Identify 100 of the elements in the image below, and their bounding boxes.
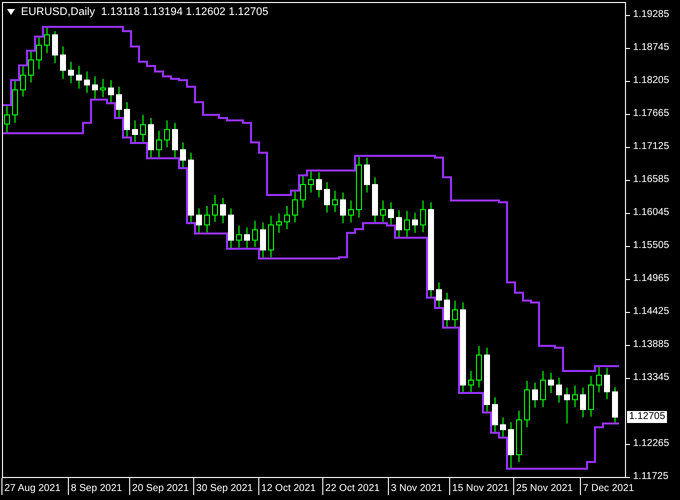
price-label: 1.12265 [626,438,670,450]
candle [492,396,498,434]
candle [252,220,258,248]
date-label: 12 Oct 2021 [258,478,316,495]
date-label: 7 Dec 2021 [580,478,634,495]
candle [516,410,522,463]
candle [140,114,146,142]
price-label: 1.15505 [626,240,670,252]
candle [36,36,42,70]
candle [220,198,226,224]
candle [236,225,242,248]
candle [412,212,418,234]
candle [580,386,586,418]
candle [612,386,618,424]
price-label: 1.18745 [626,42,670,54]
candle [532,382,538,408]
price-label: 1.13885 [626,338,670,351]
date-label: 20 Sep 2021 [129,478,189,495]
candle [100,78,106,98]
candle [564,386,570,424]
candle [324,182,330,214]
candle [484,347,490,414]
price-label: 1.17665 [626,108,670,120]
date-label: 25 Nov 2021 [513,478,573,495]
candle [596,366,602,393]
date-label: 30 Sep 2021 [193,478,253,495]
price-label: 1.16585 [626,174,670,186]
candle [196,208,202,234]
price-label: 1.18205 [626,74,670,87]
price-label: 1.17125 [626,140,670,153]
candle [244,226,250,249]
candle [556,377,562,404]
candle [172,122,178,158]
candle [548,372,554,394]
candle [500,416,506,438]
candle [124,102,130,138]
candle [452,300,458,328]
candle [268,215,274,258]
current-price-tag: 1.12705 [627,411,668,424]
candle [92,76,98,100]
candle [356,155,362,218]
date-label: 3 Nov 2021 [388,478,442,495]
candle [388,202,394,226]
price-label: 1.19285 [626,8,670,21]
candle [444,292,450,328]
dropdown-triangle-icon[interactable] [7,9,15,15]
candle [212,194,218,222]
candle [188,152,194,224]
candle [380,200,386,222]
candle [20,64,26,98]
candle [468,370,474,393]
candle [524,380,530,428]
price-label: 1.16045 [626,206,670,219]
candle [44,26,50,54]
ohlc-values: 1.13118 1.13194 1.12602 1.12705 [100,6,268,18]
candle [284,205,290,230]
candle [396,210,402,238]
candle [572,385,578,408]
candle [12,80,18,124]
candle [604,367,610,400]
candle [228,208,234,250]
candle [508,422,514,470]
symbol-label: EURUSD,Daily [21,6,95,18]
candle [364,157,370,194]
date-label: 8 Sep 2021 [68,478,122,495]
candle [116,86,122,118]
candle [108,80,114,104]
candle [76,66,82,90]
candle [404,210,410,238]
candle [292,190,298,223]
candle [420,200,426,233]
candle [60,46,66,80]
price-label: 1.14965 [626,272,670,285]
candle [164,120,170,148]
date-label: 27 Aug 2021 [1,478,61,495]
price-label: 1.13345 [626,372,670,384]
candle [340,192,346,224]
candle [260,222,266,260]
candle [540,370,546,408]
candle [476,345,482,388]
candle [68,61,74,84]
price-label: 1.14425 [626,306,670,318]
candle [28,50,34,83]
candle [204,205,210,233]
candle [148,117,154,159]
candle [276,212,282,234]
candle [588,375,594,418]
date-label: 15 Nov 2021 [449,478,509,495]
candle [180,142,186,169]
candle [52,30,58,64]
date-label: 22 Oct 2021 [322,478,380,495]
candle [348,200,354,223]
candle [372,176,378,224]
candle [308,170,314,194]
candle [156,130,162,158]
candle [436,282,442,309]
candle [4,104,10,134]
candle [132,120,138,144]
candle [316,172,322,198]
candle [84,71,90,94]
